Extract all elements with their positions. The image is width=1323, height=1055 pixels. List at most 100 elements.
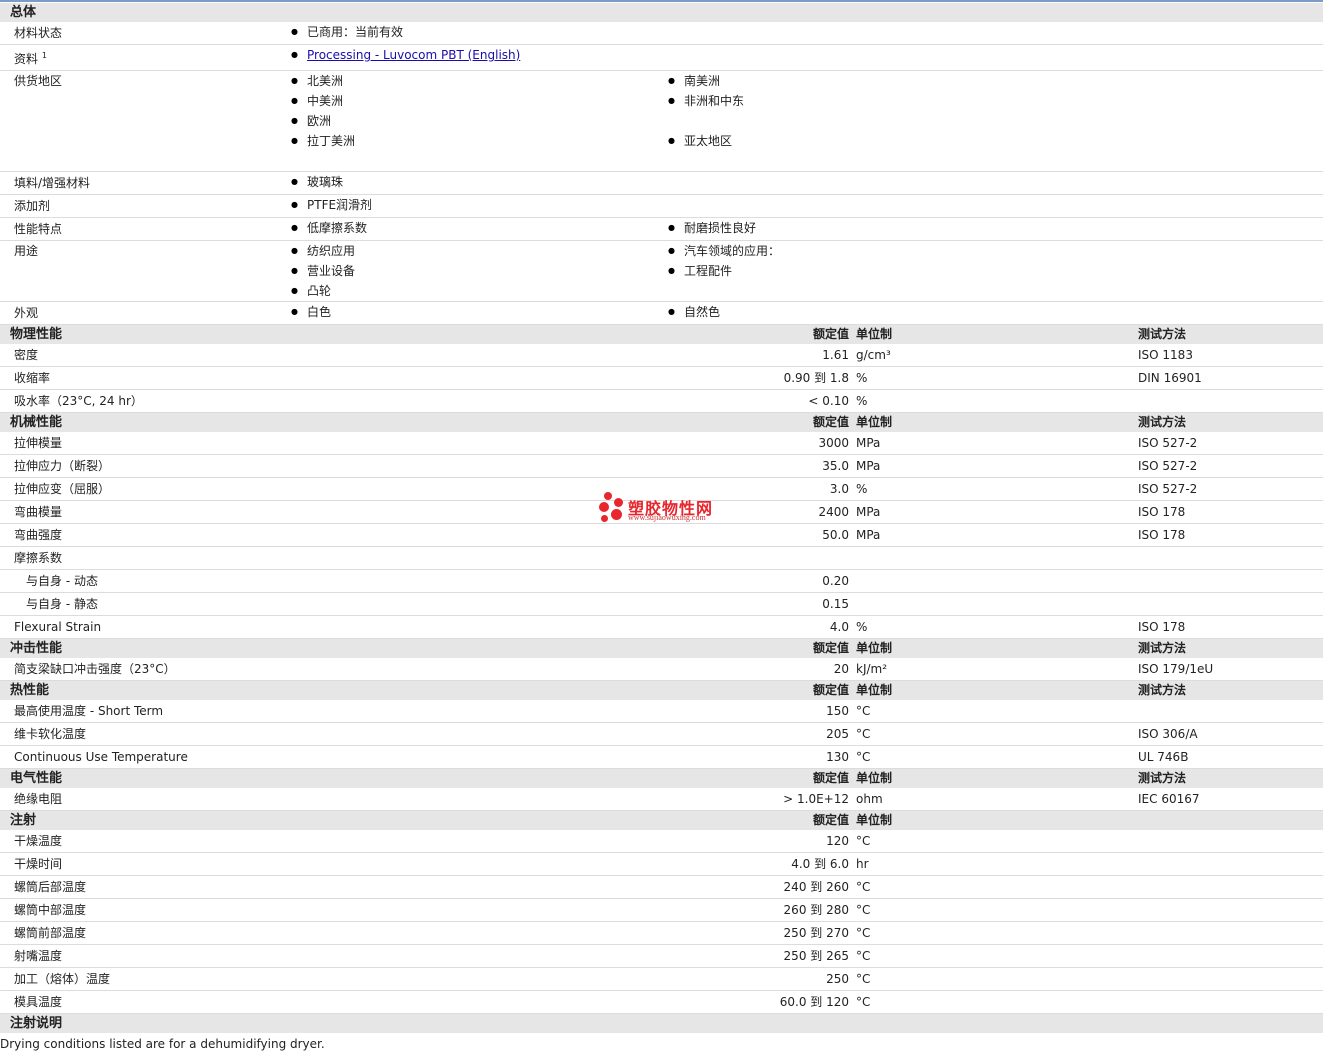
property-method: ISO 527-2 (1138, 432, 1323, 455)
property-method: DIN 16901 (1138, 366, 1323, 390)
property-method: ISO 306/A (1138, 722, 1323, 746)
col-header-unit: 单位制 (856, 641, 893, 655)
property-row: 与自身 - 静态 0.15 (0, 592, 1323, 616)
processing-doc-link[interactable]: Processing - Luvocom PBT (English) (307, 48, 520, 62)
section-title: 机械性能 (0, 412, 283, 432)
property-value: 35.0 (283, 454, 856, 478)
property-row: 螺筒前部温度 250 到 270 °C (0, 921, 1323, 945)
col-header-value: 额定值 (283, 810, 856, 830)
property-unit: % (856, 389, 1138, 413)
property-value: 4.0 (283, 615, 856, 639)
general-row-label: 用途 (0, 240, 283, 302)
bullet-list: 白色自然色 (291, 302, 1323, 322)
general-row-label: 供货地区 (0, 70, 283, 172)
property-unit: hr (856, 852, 1138, 876)
property-method: ISO 527-2 (1138, 454, 1323, 478)
property-value: 120 (283, 830, 856, 853)
general-row-label: 外观 (0, 301, 283, 325)
property-row: 螺筒后部温度 240 到 260 °C (0, 875, 1323, 899)
property-unit (856, 569, 1138, 593)
col-header-method: 测试方法 (1138, 641, 1187, 655)
property-label: 螺筒中部温度 (0, 898, 283, 922)
property-label: 模具温度 (0, 990, 283, 1014)
property-unit: kJ/m² (856, 658, 1138, 681)
col-header-group: 单位制 测试方法 (856, 324, 1323, 344)
property-method (1138, 921, 1323, 945)
footnote-ref: 1 (41, 51, 47, 60)
property-row: 最高使用温度 - Short Term 150 °C (0, 700, 1323, 723)
property-unit: % (856, 477, 1138, 501)
col-header-group: 单位制 测试方法 (856, 680, 1323, 700)
bullet-item: PTFE润滑剂 (291, 195, 668, 215)
property-unit: °C (856, 898, 1138, 922)
property-unit: MPa (856, 523, 1138, 547)
property-label: 摩擦系数 (0, 546, 283, 570)
property-row: Continuous Use Temperature 130 °C UL 746B (0, 745, 1323, 769)
col-header-unit: 单位制 (856, 683, 893, 697)
general-row-label: 资料 1 (0, 44, 283, 71)
col-header-value: 额定值 (283, 638, 856, 658)
property-row: 螺筒中部温度 260 到 280 °C (0, 898, 1323, 922)
col-header-value: 额定值 (283, 324, 856, 344)
property-row: 简支梁缺口冲击强度（23°C） 20 kJ/m² ISO 179/1eU (0, 658, 1323, 681)
property-unit: °C (856, 990, 1138, 1014)
property-unit: ohm (856, 788, 1138, 811)
general-row-label: 性能特点 (0, 217, 283, 241)
property-label: 吸水率（23°C, 24 hr） (0, 389, 283, 413)
property-row: 密度 1.61 g/cm³ ISO 1183 (0, 344, 1323, 367)
general-row-values: PTFE润滑剂 (283, 194, 1323, 218)
property-method (1138, 700, 1323, 723)
property-value: 250 到 265 (283, 944, 856, 968)
property-method (1138, 830, 1323, 853)
col-header-unit: 单位制 (856, 327, 893, 341)
general-row-label: 填料/增强材料 (0, 171, 283, 195)
property-method (1138, 990, 1323, 1014)
property-method (1138, 592, 1323, 616)
property-method (1138, 389, 1323, 413)
property-method (1138, 569, 1323, 593)
property-value: 0.20 (283, 569, 856, 593)
property-value: 250 (283, 967, 856, 991)
property-unit: MPa (856, 454, 1138, 478)
property-unit: % (856, 366, 1138, 390)
property-method: ISO 179/1eU (1138, 658, 1323, 681)
property-label: 拉伸应变（屈服） (0, 477, 283, 501)
property-label: 收缩率 (0, 366, 283, 390)
property-value: 0.15 (283, 592, 856, 616)
property-method (1138, 546, 1323, 570)
property-unit: MPa (856, 432, 1138, 455)
property-unit: g/cm³ (856, 344, 1138, 367)
section-title: 物理性能 (0, 324, 283, 344)
bullet-item: 拉丁美洲 (291, 131, 668, 151)
property-row: 吸水率（23°C, 24 hr） < 0.10% (0, 389, 1323, 413)
general-row-label: 添加剂 (0, 194, 283, 218)
property-label: Flexural Strain (0, 615, 283, 639)
bullet-list: 北美洲南美洲中美洲非洲和中东欧洲拉丁美洲亚太地区 (291, 71, 1323, 171)
property-value: 150 (283, 700, 856, 723)
general-row: 性能特点 低摩擦系数耐磨损性良好 (0, 217, 1323, 241)
col-header-value: 额定值 (283, 680, 856, 700)
label-text: 性能特点 (14, 222, 63, 236)
general-row: 材料状态 已商用：当前有效 (0, 22, 1323, 45)
property-label: 密度 (0, 344, 283, 367)
section-header: 热性能 额定值 单位制 测试方法 (0, 680, 1323, 700)
property-method: IEC 60167 (1138, 788, 1323, 811)
property-unit: °C (856, 875, 1138, 899)
note-text: Drying conditions listed are for a dehum… (0, 1037, 325, 1051)
general-row: 外观 白色自然色 (0, 301, 1323, 325)
bullet-item: 南美洲 (668, 71, 1045, 91)
property-value: 1.61 (283, 344, 856, 367)
property-unit (856, 546, 1138, 570)
property-label: 干燥温度 (0, 830, 283, 853)
bullet-item: 已商用：当前有效 (291, 22, 668, 42)
col-header-method: 测试方法 (1138, 683, 1187, 697)
property-value: > 1.0E+12 (283, 788, 856, 811)
property-row: 干燥时间 4.0 到 6.0 hr (0, 852, 1323, 876)
bullet-list: Processing - Luvocom PBT (English) (291, 45, 1323, 65)
label-text: 材料状态 (14, 26, 63, 40)
property-method (1138, 944, 1323, 968)
col-header-unit: 单位制 (856, 813, 893, 827)
property-method (1138, 875, 1323, 899)
section-title: 冲击性能 (0, 638, 283, 658)
property-method: UL 746B (1138, 745, 1323, 769)
